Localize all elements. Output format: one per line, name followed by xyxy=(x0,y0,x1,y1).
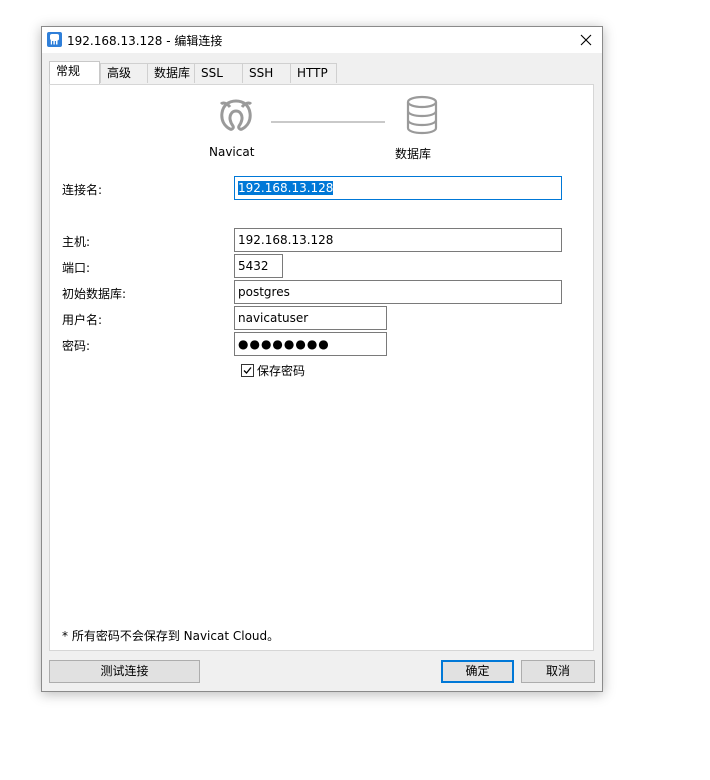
username-input[interactable]: navicatuser xyxy=(234,306,387,330)
port-input[interactable]: 5432 xyxy=(234,254,283,278)
username-label: 用户名: xyxy=(62,313,103,327)
navicat-elephant-icon xyxy=(47,32,62,47)
title-bar[interactable]: 192.168.13.128 - 编辑连接 xyxy=(42,27,602,53)
port-label: 端口: xyxy=(62,261,91,275)
database-icon xyxy=(406,95,438,135)
password-label: 密码: xyxy=(62,339,91,353)
navicat-caption: Navicat xyxy=(209,145,255,159)
host-input[interactable]: 192.168.13.128 xyxy=(234,228,562,252)
database-caption: 数据库 xyxy=(395,147,432,161)
save-password-label[interactable]: 保存密码 xyxy=(257,362,305,379)
cancel-button[interactable]: 取消 xyxy=(521,660,595,683)
initial-database-input[interactable]: postgres xyxy=(234,280,562,304)
general-panel: Navicat 数据库 连接名: 192.168.13.128 主机: 192.… xyxy=(49,84,594,651)
tab-general[interactable]: 常规 xyxy=(49,61,100,84)
tab-advanced[interactable]: 高级 xyxy=(100,63,148,83)
tab-http[interactable]: HTTP xyxy=(290,63,337,83)
navicat-logo-icon xyxy=(219,99,253,131)
edit-connection-dialog: 192.168.13.128 - 编辑连接 常规 高级 数据库 SSL SSH … xyxy=(41,26,603,692)
tab-ssh[interactable]: SSH xyxy=(242,63,291,83)
ok-button[interactable]: 确定 xyxy=(441,660,514,683)
connection-line xyxy=(271,121,385,123)
close-icon xyxy=(580,34,592,46)
initial-database-label: 初始数据库: xyxy=(62,287,127,301)
password-input[interactable]: ●●●●●●●● xyxy=(234,332,387,356)
cloud-password-note: * 所有密码不会保存到 Navicat Cloud。 xyxy=(62,629,280,643)
close-button[interactable] xyxy=(570,27,602,53)
save-password-checkbox[interactable] xyxy=(241,364,254,377)
connection-name-input[interactable]: 192.168.13.128 xyxy=(234,176,562,200)
test-connection-button[interactable]: 测试连接 xyxy=(49,660,200,683)
host-label: 主机: xyxy=(62,235,91,249)
checkmark-icon xyxy=(243,367,252,374)
connection-name-label: 连接名: xyxy=(62,183,103,197)
window-title: 192.168.13.128 - 编辑连接 xyxy=(67,34,223,48)
tab-databases[interactable]: 数据库 xyxy=(147,63,195,83)
tab-ssl[interactable]: SSL xyxy=(194,63,243,83)
